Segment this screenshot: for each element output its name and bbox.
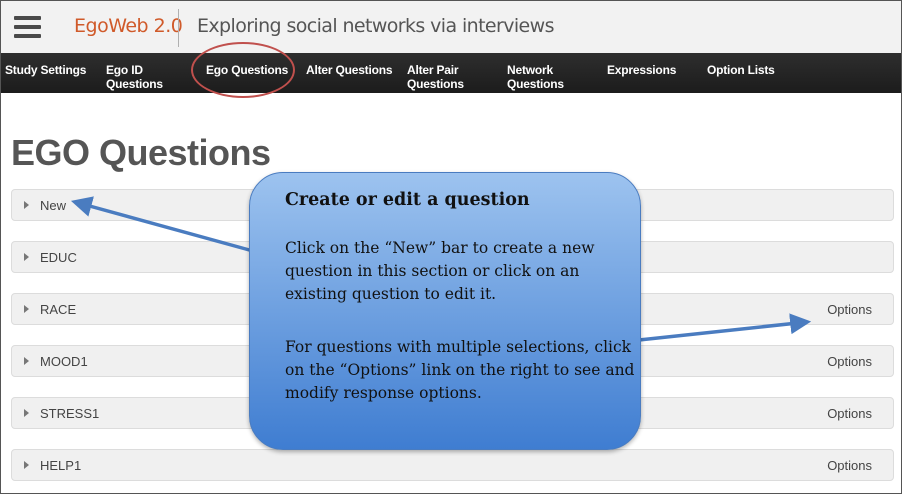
nav-option-lists[interactable]: Option Lists [707,63,775,77]
instruction-callout: Create or edit a question Click on the “… [249,172,641,450]
callout-title: Create or edit a question [285,190,530,210]
nav-alter-questions[interactable]: Alter Questions [306,63,393,77]
question-row-help1[interactable]: HELP1 Options [11,449,894,481]
page-title: EGO Questions [11,132,271,173]
callout-paragraph-1: Click on the “New” bar to create a new q… [285,239,595,303]
options-link[interactable]: Options [827,354,872,369]
nav-study-settings[interactable]: Study Settings [5,63,86,77]
app-tagline: Exploring social networks via interviews [197,15,554,37]
brand-logo[interactable]: EgoWeb 2.0 [74,15,183,37]
question-label: RACE [40,302,77,317]
nav-ego-id-questions[interactable]: Ego ID Questions [106,63,163,91]
caret-right-icon [24,201,29,209]
nav-alter-pair-questions[interactable]: Alter Pair Questions [407,63,464,91]
caret-right-icon [24,357,29,365]
hamburger-menu-icon[interactable] [14,16,41,38]
caret-right-icon [24,253,29,261]
header-divider [178,9,179,47]
question-label: New [40,198,67,213]
question-label: EDUC [40,250,77,265]
nav-network-questions[interactable]: Network Questions [507,63,564,91]
caret-right-icon [24,461,29,469]
question-label: HELP1 [40,458,82,473]
question-label: STRESS1 [40,406,100,421]
nav-expressions[interactable]: Expressions [607,63,676,77]
nav-ego-questions[interactable]: Ego Questions [206,63,288,77]
app-header: EgoWeb 2.0 Exploring social networks via… [1,1,901,53]
caret-right-icon [24,409,29,417]
options-link[interactable]: Options [827,406,872,421]
options-link[interactable]: Options [827,302,872,317]
callout-paragraph-2: For questions with multiple selections, … [285,338,635,402]
options-link[interactable]: Options [827,458,872,473]
main-nav: Study Settings Ego ID Questions Ego Quest… [1,53,901,93]
caret-right-icon [24,305,29,313]
question-label: MOOD1 [40,354,88,369]
